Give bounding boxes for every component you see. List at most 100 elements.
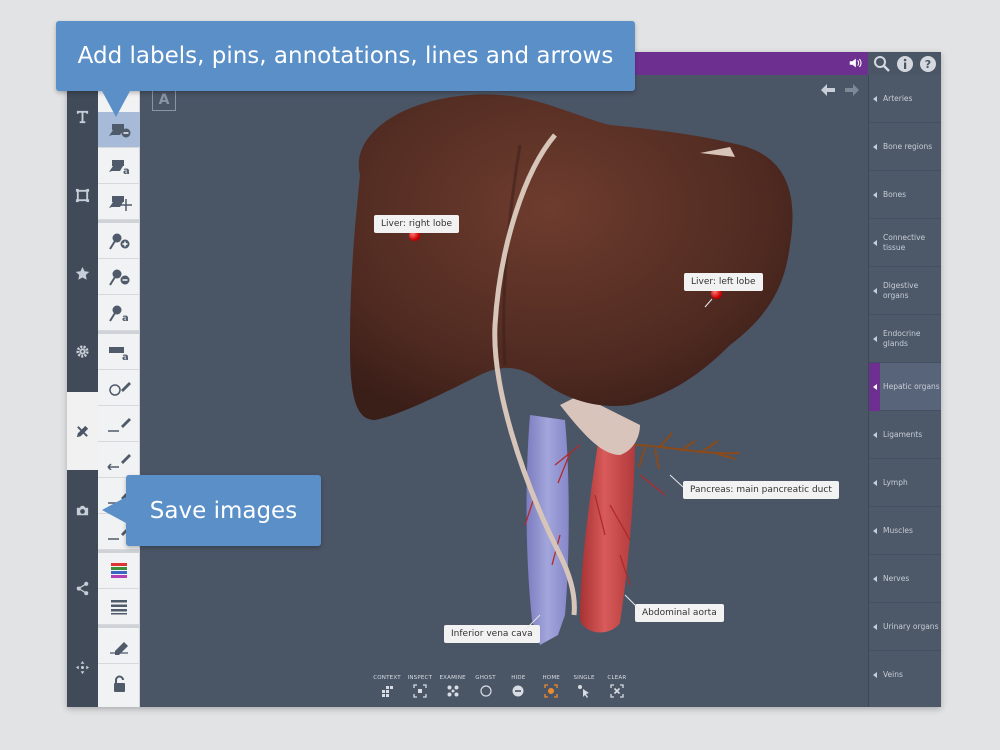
abdominal-aorta[interactable] <box>580 430 635 633</box>
arrow-draw-tool[interactable] <box>98 442 140 478</box>
app-window: a a a ? A Liver: right lobe Liver: left … <box>67 52 941 707</box>
label-remove-icon <box>109 123 131 137</box>
system-item-connective-tissue[interactable]: Connective tissue <box>869 219 941 267</box>
expand-arrow-icon <box>873 479 877 486</box>
hide-icon <box>512 685 524 697</box>
move-label-tool[interactable] <box>98 184 140 220</box>
frame-tool-button[interactable] <box>67 175 98 215</box>
star-icon <box>75 266 90 280</box>
home-button[interactable]: HOME <box>536 675 566 707</box>
share-icon <box>76 581 89 595</box>
system-item-bones[interactable]: Bones <box>869 171 941 219</box>
lock-tool[interactable] <box>98 666 140 702</box>
label-pancreatic-duct[interactable]: Pancreas: main pancreatic duct <box>683 481 839 499</box>
pin-text-icon: a <box>109 305 129 323</box>
inspect-button[interactable]: INSPECT <box>405 675 435 707</box>
favorites-button[interactable] <box>67 253 98 293</box>
speaker-icon[interactable] <box>848 56 862 70</box>
text-tool-button[interactable] <box>67 96 98 136</box>
expand-arrow-icon <box>873 335 877 342</box>
context-icon <box>382 686 393 697</box>
circle-draw-tool[interactable] <box>98 370 140 406</box>
camera-icon <box>76 505 89 515</box>
color-tool[interactable] <box>98 553 140 589</box>
single-button[interactable]: SINGLE <box>569 675 599 707</box>
examine-button[interactable]: EXAMINE <box>438 675 468 707</box>
add-label-tool[interactable]: a <box>98 148 140 184</box>
expand-arrow-icon <box>873 527 877 534</box>
left-nav <box>67 52 98 707</box>
remove-label-tool[interactable] <box>98 112 140 148</box>
frame-icon <box>75 188 90 202</box>
search-button[interactable] <box>873 55 891 73</box>
label-add-text-icon: a <box>109 159 130 176</box>
search-icon <box>873 55 890 72</box>
help-button[interactable]: ? <box>919 55 937 73</box>
line-pencil-icon <box>108 417 131 432</box>
annotation-tools-panel: a a a <box>98 52 140 707</box>
expand-arrow-icon <box>873 383 877 390</box>
3d-viewport[interactable]: A Liver: right lobe Liver: left lobe Pan… <box>140 75 868 707</box>
remove-pin-tool[interactable] <box>98 259 140 295</box>
system-item-ligaments[interactable]: Ligaments <box>869 411 941 459</box>
text-icon <box>76 110 89 123</box>
annotation-tools-button[interactable] <box>67 392 98 470</box>
system-item-endocrine-glands[interactable]: Endocrine glands <box>869 315 941 363</box>
pin-label-tool[interactable]: a <box>98 295 140 331</box>
info-button[interactable] <box>896 55 914 73</box>
expand-arrow-icon <box>873 575 877 582</box>
expand-arrow-icon <box>873 95 877 102</box>
system-item-hepatic-organs[interactable]: Hepatic organs <box>869 363 941 411</box>
system-item-arteries[interactable]: Arteries <box>869 75 941 123</box>
expand-arrow-icon <box>873 143 877 150</box>
annotation-icon: a <box>109 346 129 362</box>
label-abdominal-aorta[interactable]: Abdominal aorta <box>635 604 724 622</box>
context-button[interactable]: CONTEXT <box>372 675 402 707</box>
label-inferior-vena-cava[interactable]: Inferior vena cava <box>444 625 540 643</box>
liver[interactable] <box>350 94 793 420</box>
system-item-digestive-organs[interactable]: Digestive organs <box>869 267 941 315</box>
callout-annotation-tools: Add labels, pins, annotations, lines and… <box>56 21 635 117</box>
svg-text:a: a <box>122 313 129 323</box>
system-item-muscles[interactable]: Muscles <box>869 507 941 555</box>
line-weight-icon <box>111 599 127 614</box>
pancreatic-duct <box>634 432 741 470</box>
label-liver-left-lobe[interactable]: Liver: left lobe <box>684 273 763 291</box>
system-item-bone-regions[interactable]: Bone regions <box>869 123 941 171</box>
system-item-nerves[interactable]: Nerves <box>869 555 941 603</box>
settings-button[interactable] <box>67 331 98 371</box>
help-icon: ? <box>919 55 936 72</box>
save-image-button[interactable] <box>67 490 98 530</box>
ghost-button[interactable]: GHOST <box>471 675 501 707</box>
svg-text:a: a <box>122 352 129 362</box>
pencil-tools-icon <box>76 425 89 437</box>
anatomy-model[interactable] <box>140 75 868 707</box>
annotation-tool[interactable]: a <box>98 334 140 370</box>
expand-arrow-icon <box>873 623 877 630</box>
line-weight-tool[interactable] <box>98 589 140 625</box>
hide-button[interactable]: HIDE <box>503 675 533 707</box>
expand-arrow-icon <box>873 672 877 678</box>
label-liver-right-lobe[interactable]: Liver: right lobe <box>374 215 460 233</box>
label-move-icon <box>109 195 132 211</box>
home-icon <box>544 684 558 698</box>
line-draw-tool[interactable] <box>98 406 140 442</box>
info-icon <box>896 55 913 72</box>
system-item-lymph[interactable]: Lymph <box>869 459 941 507</box>
eraser-icon <box>110 641 128 655</box>
pin-add-icon <box>109 233 130 250</box>
expand-arrow-icon <box>873 239 877 246</box>
add-pin-tool[interactable] <box>98 223 140 259</box>
examine-icon <box>447 685 459 697</box>
view-toolbar: CONTEXT INSPECT EXAMINE GHOST HIDE HOME … <box>372 675 632 707</box>
system-item-urinary-organs[interactable]: Urinary organs <box>869 603 941 651</box>
unlock-icon <box>114 675 125 692</box>
pin-remove-icon <box>109 269 130 286</box>
move-button[interactable] <box>67 647 98 687</box>
eraser-tool[interactable] <box>98 628 140 664</box>
move-icon <box>75 660 90 674</box>
system-item-veins[interactable]: Veins <box>869 651 941 699</box>
system-sidebar: Arteries Bone regions Bones Connective t… <box>868 75 941 707</box>
share-button[interactable] <box>67 568 98 608</box>
clear-button[interactable]: CLEAR <box>602 675 632 707</box>
